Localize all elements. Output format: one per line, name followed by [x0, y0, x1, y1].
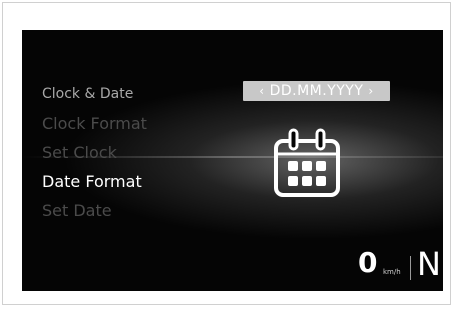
dashboard-display: Clock & Date Clock Format Set Clock Date…	[22, 30, 443, 291]
settings-menu: Clock & Date Clock Format Set Clock Date…	[42, 80, 147, 225]
menu-item-set-date[interactable]: Set Date	[42, 196, 147, 225]
speed-readout: 0	[358, 246, 378, 279]
menu-title: Clock & Date	[42, 86, 134, 102]
date-format-selector[interactable]: ‹ DD.MM.YYYY ›	[243, 81, 390, 101]
previous-option-arrow[interactable]: ‹	[254, 84, 269, 98]
menu-item-set-clock[interactable]: Set Clock	[42, 138, 147, 167]
date-format-value: DD.MM.YYYY	[269, 83, 364, 99]
speed-unit: km/h	[383, 268, 401, 276]
manual-figure-frame: Clock & Date Clock Format Set Clock Date…	[2, 2, 451, 305]
status-divider	[410, 256, 411, 280]
menu-item-date-format[interactable]: Date Format	[42, 167, 147, 196]
next-option-arrow[interactable]: ›	[363, 84, 378, 98]
gear-indicator: N	[417, 245, 441, 283]
menu-item-clock-format[interactable]: Clock Format	[42, 109, 147, 138]
calendar-icon	[274, 128, 340, 197]
